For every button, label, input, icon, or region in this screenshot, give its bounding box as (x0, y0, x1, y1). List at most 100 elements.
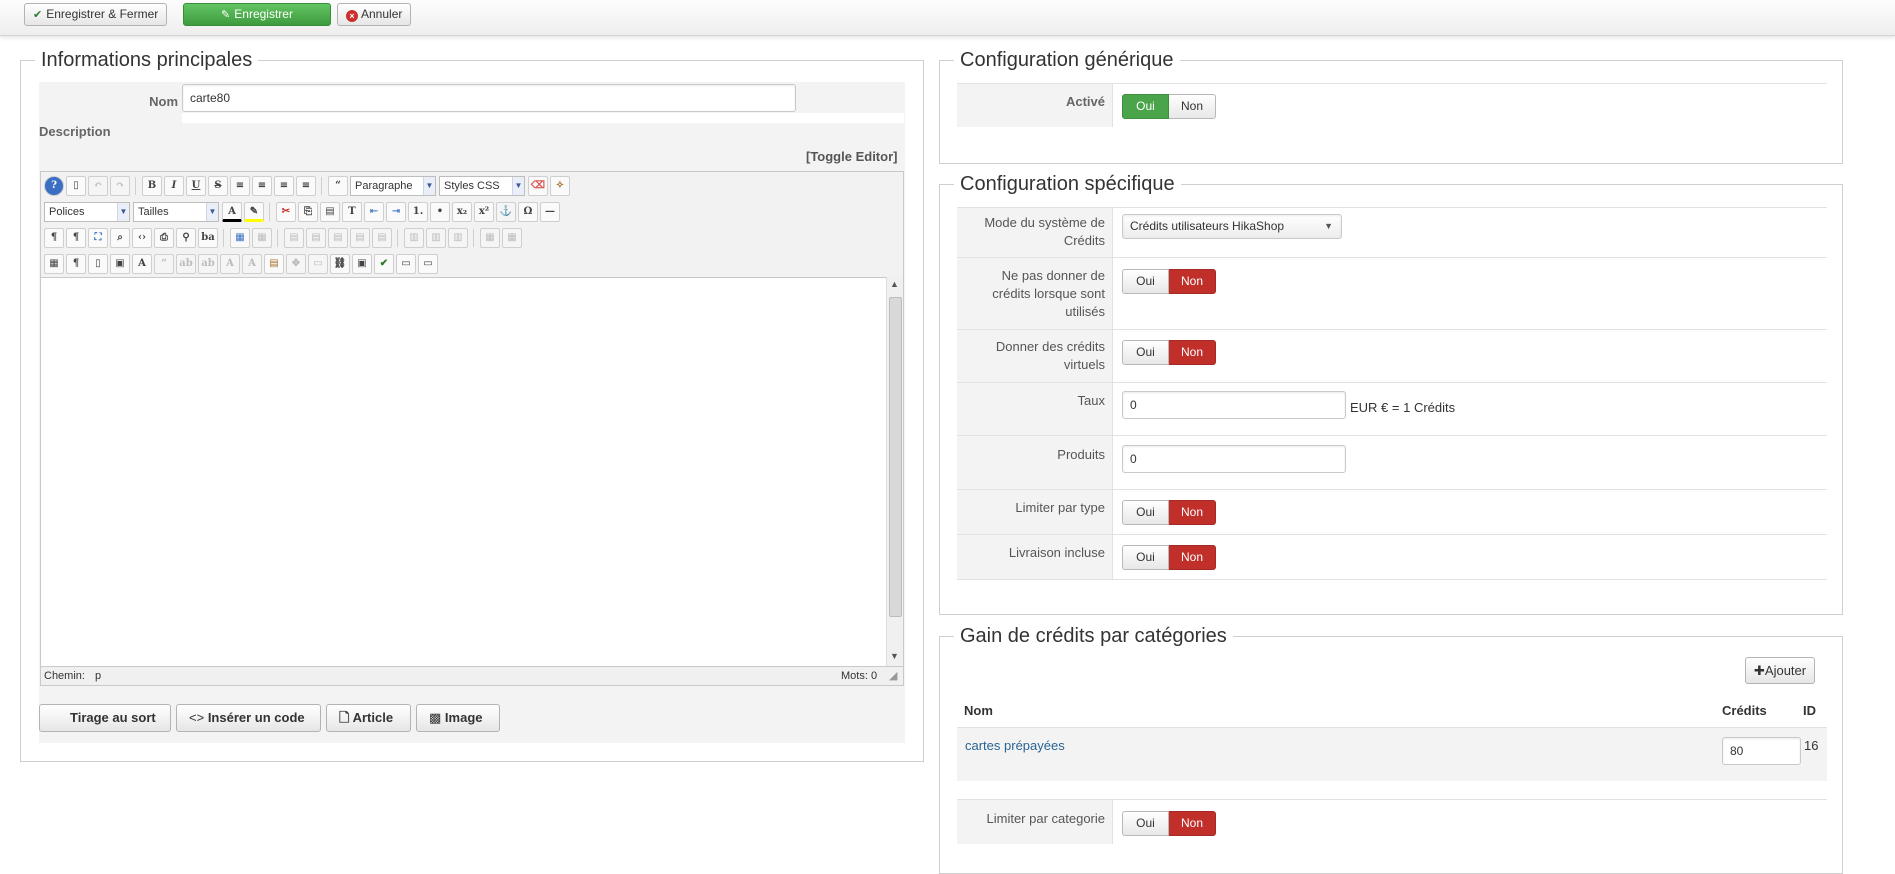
row-before-icon[interactable]: ▤ (284, 228, 304, 248)
toggle-editor-link[interactable]: [Toggle Editor] (806, 149, 897, 164)
horizontal-rule-icon[interactable]: — (540, 202, 560, 222)
styles-select[interactable]: Styles CSS ▼ (439, 176, 525, 196)
highlight-color-icon[interactable]: ✎ (244, 202, 264, 222)
layer-icon[interactable]: ▭ (308, 254, 328, 274)
split-cells-icon[interactable]: ▦ (502, 228, 522, 248)
editor-content-area[interactable] (41, 277, 886, 666)
ltr-icon[interactable]: ¶ (44, 228, 64, 248)
underline-icon[interactable]: U (186, 176, 206, 196)
image-button[interactable]: ▩ Image (416, 704, 500, 732)
active-toggle[interactable]: Oui Non (1122, 94, 1217, 119)
limit-type-no[interactable]: Non (1169, 500, 1216, 525)
limit-category-toggle[interactable]: Oui Non (1122, 811, 1217, 836)
size-select[interactable]: Tailles ▼ (133, 202, 219, 222)
limit-type-yes[interactable]: Oui (1122, 500, 1169, 525)
move-icon[interactable]: ✥ (286, 254, 306, 274)
media-icon[interactable]: ▣ (352, 254, 372, 274)
align-justify-icon[interactable]: ≡ (230, 176, 250, 196)
show-blocks-icon[interactable]: ¶ (66, 254, 86, 274)
text-color-icon[interactable]: A (222, 202, 242, 222)
undo-icon[interactable]: ↶ (88, 176, 108, 196)
paste-icon[interactable]: ▤ (320, 202, 340, 222)
subscript-icon[interactable]: x₂ (452, 202, 472, 222)
strikethrough-icon[interactable]: S (208, 176, 228, 196)
virtual-credits-yes[interactable]: Oui (1122, 340, 1169, 365)
insert-image-icon[interactable]: ▣ (110, 254, 130, 274)
save-button[interactable]: ✎ Enregistrer (183, 3, 331, 26)
ordered-list-icon[interactable]: 1. (408, 202, 428, 222)
indent-icon[interactable]: ⇥ (386, 202, 406, 222)
virtual-credits-toggle[interactable]: Oui Non (1122, 340, 1217, 365)
credits-input[interactable]: 80 (1722, 737, 1801, 765)
col-before-icon[interactable]: ▥ (404, 228, 424, 248)
unordered-list-icon[interactable]: • (430, 202, 450, 222)
row-insert-icon[interactable]: ▤ (328, 228, 348, 248)
align-left-icon[interactable]: ≡ (274, 176, 294, 196)
row-after-icon[interactable]: ▤ (306, 228, 326, 248)
cleanup-icon[interactable]: ✧ (550, 176, 570, 196)
no-credits-no[interactable]: Non (1169, 269, 1216, 294)
print-icon[interactable]: ⎙ (154, 228, 174, 248)
shipping-toggle[interactable]: Oui Non (1122, 545, 1217, 570)
search-icon[interactable]: ⚲ (176, 228, 196, 248)
link-icon[interactable]: ⛓ (330, 254, 350, 274)
remove-format-icon[interactable]: ⌫ (528, 176, 548, 196)
col-delete-icon[interactable]: ▥ (448, 228, 468, 248)
blockquote-icon[interactable]: “ (328, 176, 348, 196)
editor-scrollbar[interactable]: ▲ ▼ (886, 277, 903, 666)
resize-handle-icon[interactable]: ◢ (889, 667, 897, 685)
ins-icon[interactable]: A (242, 254, 262, 274)
shipping-no[interactable]: Non (1169, 545, 1216, 570)
font-select[interactable]: Polices ▼ (44, 202, 130, 222)
new-document-icon[interactable]: ▯ (66, 176, 86, 196)
active-yes[interactable]: Oui (1122, 94, 1169, 119)
paste-text-icon[interactable]: T (342, 202, 362, 222)
special-char-icon[interactable]: Ω (518, 202, 538, 222)
check-spelling-icon[interactable]: ✔ (374, 254, 394, 274)
article-button[interactable]: 🗋 Article (326, 704, 411, 732)
category-link[interactable]: cartes prépayées (965, 738, 1065, 753)
table-icon[interactable]: ▦ (230, 228, 250, 248)
code-icon[interactable]: ‹› (132, 228, 152, 248)
attributes-icon[interactable]: ▤ (264, 254, 284, 274)
shipping-yes[interactable]: Oui (1122, 545, 1169, 570)
rate-input[interactable]: 0 (1122, 391, 1346, 419)
cite-icon[interactable]: “ (154, 254, 174, 274)
virtual-credits-no[interactable]: Non (1169, 340, 1216, 365)
acronym-icon[interactable]: ab (198, 254, 218, 274)
visual-aid-icon[interactable]: ▦ (44, 254, 64, 274)
bold-icon[interactable]: B (142, 176, 162, 196)
row-delete-icon[interactable]: ▤ (372, 228, 392, 248)
italic-icon[interactable]: I (164, 176, 184, 196)
readmore-icon[interactable]: ▭ (418, 254, 438, 274)
scroll-down-icon[interactable]: ▼ (890, 651, 899, 661)
outdent-icon[interactable]: ⇤ (364, 202, 384, 222)
spellcheck-icon[interactable]: A (132, 254, 152, 274)
format-select[interactable]: Paragraphe ▼ (350, 176, 436, 196)
insert-code-button[interactable]: <> Insérer un code (176, 704, 321, 732)
row-props-icon[interactable]: ▤ (350, 228, 370, 248)
align-right-icon[interactable]: ≡ (296, 176, 316, 196)
add-category-button[interactable]: ✚Ajouter (1745, 657, 1816, 684)
no-credits-yes[interactable]: Oui (1122, 269, 1169, 294)
scroll-up-icon[interactable]: ▲ (890, 279, 899, 289)
limit-category-yes[interactable]: Oui (1122, 811, 1169, 836)
abbr-icon[interactable]: ab (176, 254, 196, 274)
name-input[interactable]: carte80 (182, 84, 796, 112)
products-input[interactable]: 0 (1122, 445, 1346, 473)
no-credits-toggle[interactable]: Oui Non (1122, 269, 1217, 294)
help-icon[interactable]: ? (44, 176, 64, 196)
fullscreen-icon[interactable]: ⛶ (88, 228, 108, 248)
align-center-icon[interactable]: ≡ (252, 176, 272, 196)
superscript-icon[interactable]: x² (474, 202, 494, 222)
redo-icon[interactable]: ↷ (110, 176, 130, 196)
cancel-button[interactable]: × Annuler (337, 3, 412, 26)
limit-type-toggle[interactable]: Oui Non (1122, 500, 1217, 525)
copy-icon[interactable]: ⎘ (298, 202, 318, 222)
col-after-icon[interactable]: ▥ (426, 228, 446, 248)
preview-icon[interactable]: ⌕ (110, 228, 130, 248)
mode-select[interactable]: Crédits utilisateurs HikaShop ▼ (1122, 214, 1342, 239)
del-icon[interactable]: A (220, 254, 240, 274)
limit-category-no[interactable]: Non (1169, 811, 1216, 836)
save-close-button[interactable]: ✔ Enregistrer & Fermer (24, 3, 168, 26)
